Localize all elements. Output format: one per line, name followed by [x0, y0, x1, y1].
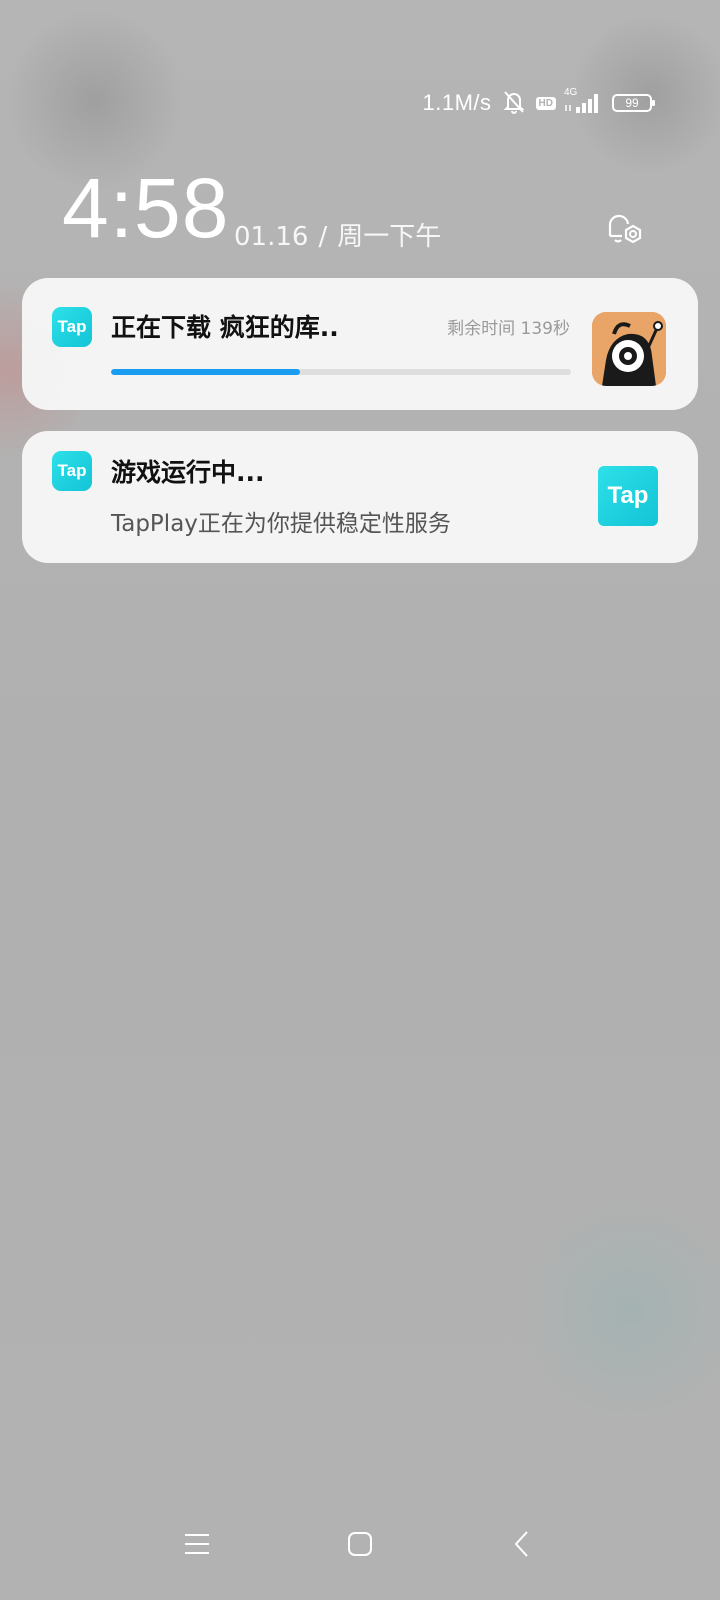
navigation-bar: [0, 1524, 720, 1564]
notification-text: TapPlay正在为你提供稳定性服务: [111, 511, 451, 537]
back-icon[interactable]: [502, 1524, 542, 1564]
taptap-app-icon: Tap: [52, 307, 92, 347]
remaining-time: 剩余时间 139秒: [447, 319, 570, 339]
mute-vibrate-icon: [500, 88, 528, 118]
download-progress-bar: [111, 369, 571, 375]
clock-time: 4:58: [62, 161, 230, 255]
network-speed: 1.1M/s: [422, 90, 492, 115]
notification-title: 正在下载 疯狂的库..: [111, 313, 339, 342]
date-line: 01.16 / 周一下午: [234, 216, 451, 253]
taptap-app-icon: Tap: [52, 451, 92, 491]
download-notification[interactable]: Tap 正在下载 疯狂的库.. 剩余时间 139秒: [22, 278, 698, 410]
date-separator: /: [318, 222, 328, 252]
date: 01.16: [234, 222, 309, 252]
status-bar: 1.1M/s HD 4G 99: [422, 87, 655, 118]
download-progress-fill: [111, 369, 300, 375]
battery-icon: 99: [612, 94, 655, 112]
hd-badge: HD: [535, 96, 556, 110]
battery-level: 99: [625, 96, 639, 110]
notification-settings-icon[interactable]: [602, 206, 646, 250]
game-thumbnail-image: [592, 312, 666, 386]
game-running-notification[interactable]: Tap 游戏运行中... TapPlay正在为你提供稳定性服务 Tap: [22, 431, 698, 563]
home-icon[interactable]: [340, 1524, 380, 1564]
notification-title: 游戏运行中...: [111, 458, 265, 487]
weekday-period: 周一下午: [337, 222, 442, 252]
menu-icon[interactable]: [177, 1524, 217, 1564]
tapplay-large-icon: Tap: [598, 466, 658, 526]
cellular-signal-icon: 4G: [564, 87, 604, 115]
